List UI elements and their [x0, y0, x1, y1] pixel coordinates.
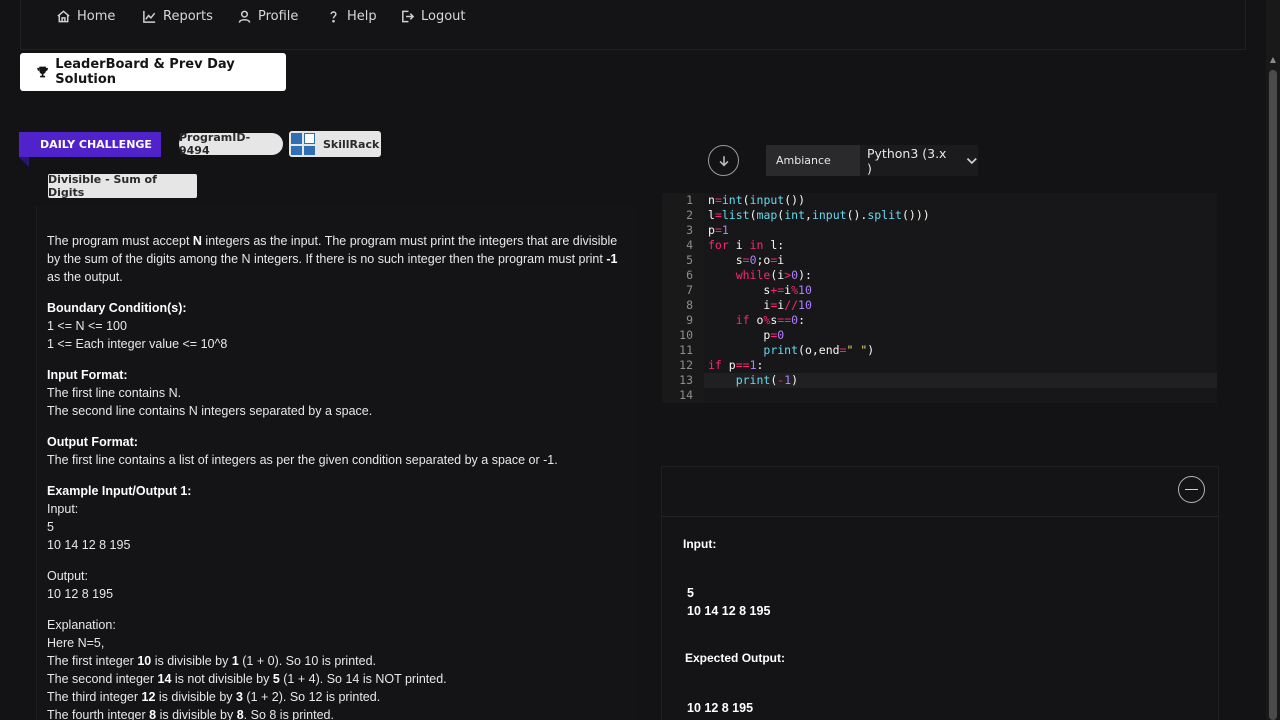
page-scrollbar[interactable]: ▲	[1266, 0, 1280, 720]
code-line[interactable]: l=list(map(int,input().split()))	[708, 208, 930, 223]
code-line[interactable]: while(i>0):	[708, 268, 812, 283]
input-format-line: The second line contains N integers sepa…	[47, 404, 373, 418]
output-input-value: 5	[687, 586, 694, 600]
arrow-down-icon	[719, 155, 728, 166]
boundary-heading: Boundary Condition(s):	[47, 301, 187, 315]
line-number: 2	[686, 208, 693, 222]
scrollbar-thumb[interactable]	[1269, 70, 1277, 720]
line-number: 10	[679, 328, 693, 342]
example-input-line: 10 14 12 8 195	[47, 538, 131, 552]
code-line[interactable]: p=1	[708, 223, 729, 238]
line-number: 1	[686, 193, 693, 207]
line-number: 11	[679, 343, 693, 357]
leaderboard-button-label: LeaderBoard & Prev Day Solution	[55, 57, 235, 87]
chart-icon	[143, 10, 156, 23]
nav-home[interactable]: Home	[56, 6, 115, 26]
scroll-down-button[interactable]	[708, 145, 739, 176]
nav-profile-label: Profile	[258, 8, 299, 24]
line-number: 14	[679, 388, 693, 402]
daily-badge-fold	[19, 157, 29, 167]
code-line[interactable]: print(o,end=" ")	[708, 343, 874, 358]
code-line[interactable]: p=0	[708, 328, 784, 343]
skillrack-logo-icon	[291, 133, 315, 155]
boundary-line: 1 <= N <= 100	[47, 319, 127, 333]
home-icon	[57, 9, 70, 22]
line-number: 12	[679, 358, 693, 372]
nav-help-label: Help	[347, 8, 377, 24]
code-line[interactable]: for i in l:	[708, 238, 784, 253]
collapse-button[interactable]	[1178, 476, 1205, 503]
code-line[interactable]: print(-1)	[708, 373, 798, 388]
input-format-line: The first line contains N.	[47, 386, 182, 400]
skillrack-label: SkillRack	[323, 137, 380, 151]
example-heading: Example Input/Output 1:	[47, 484, 192, 498]
nav-profile[interactable]: Profile	[237, 6, 298, 26]
help-icon	[330, 10, 337, 22]
explanation-line: The third integer 12 is divisible by 3 (…	[47, 690, 381, 704]
ambiance-button[interactable]: Ambiance	[766, 145, 860, 176]
line-number: 13	[679, 373, 693, 387]
output-input-label: Input:	[683, 537, 717, 551]
output-divider	[661, 516, 1219, 517]
skillrack-badge: SkillRack	[289, 131, 381, 157]
logout-icon	[402, 10, 415, 22]
nav-reports[interactable]: Reports	[142, 6, 213, 26]
code-line[interactable]: n=int(input())	[708, 193, 805, 208]
code-line[interactable]: s+=i%10	[708, 283, 812, 298]
scroll-up-arrow-icon[interactable]: ▲	[1269, 56, 1277, 64]
user-icon	[238, 10, 251, 23]
problem-title: Divisible - Sum of Digits	[48, 173, 197, 199]
code-line[interactable]: if o%s==0:	[708, 313, 805, 328]
code-line[interactable]: if p==1:	[708, 358, 763, 373]
example-output-label: Output:	[47, 569, 88, 583]
line-number: 6	[686, 268, 693, 282]
explanation-line: Here N=5,	[47, 636, 105, 650]
nav-help[interactable]: Help	[326, 6, 377, 26]
boundary-line: 1 <= Each integer value <= 10^8	[47, 337, 228, 351]
trophy-icon	[37, 66, 48, 78]
expected-output-value: 10 12 8 195	[687, 701, 754, 715]
leaderboard-button[interactable]: LeaderBoard & Prev Day Solution	[20, 53, 286, 91]
intro-text: The program must accept N integers as th…	[47, 234, 618, 284]
example-input-line: 5	[47, 520, 54, 534]
program-id-badge: ProgramID- 9494	[179, 131, 283, 157]
output-format-line: The first line contains a list of intege…	[47, 453, 558, 467]
chevron-down-icon	[967, 157, 978, 164]
line-number: 5	[686, 253, 693, 267]
nav-logout[interactable]: Logout	[400, 6, 466, 26]
expected-output-label: Expected Output:	[685, 651, 786, 665]
example-output-line: 10 12 8 195	[47, 587, 114, 601]
problem-description: The program must accept N integers as th…	[47, 232, 627, 720]
explanation-line: The fourth integer 8 is divisible by 8. …	[47, 708, 334, 720]
code-line[interactable]: i=i//10	[708, 298, 812, 313]
nav-home-label: Home	[77, 8, 116, 24]
explanation-label: Explanation:	[47, 618, 116, 632]
example-input-label: Input:	[47, 502, 79, 516]
explanation-line: The first integer 10 is divisible by 1 (…	[47, 654, 377, 668]
line-number: 7	[686, 283, 693, 297]
language-select[interactable]: Python3 (3.x )	[860, 145, 978, 176]
output-input-value: 10 14 12 8 195	[687, 604, 771, 618]
minus-icon	[1185, 488, 1198, 491]
nav-logout-label: Logout	[421, 8, 466, 24]
nav-reports-label: Reports	[163, 8, 213, 24]
output-panel	[661, 466, 1219, 720]
top-nav: Home Reports Profile Help Logout	[20, 0, 1246, 50]
code-editor[interactable]: 1 2 3 4 5 6 7 8 9 10 11 12 13 14 n=int(input()) l=list…	[662, 193, 1217, 403]
line-number: 4	[686, 238, 693, 252]
explanation-line: The second integer 14 is not divisible b…	[47, 672, 447, 686]
line-number: 9	[686, 313, 693, 327]
language-select-value: Python3 (3.x )	[867, 145, 947, 176]
line-number: 3	[686, 223, 693, 237]
line-number: 8	[686, 298, 693, 312]
daily-challenge-badge: DAILY CHALLENGE	[19, 132, 161, 157]
input-format-heading: Input Format:	[47, 368, 128, 382]
code-line[interactable]: s=0;o=i	[708, 253, 785, 268]
output-format-heading: Output Format:	[47, 435, 138, 449]
